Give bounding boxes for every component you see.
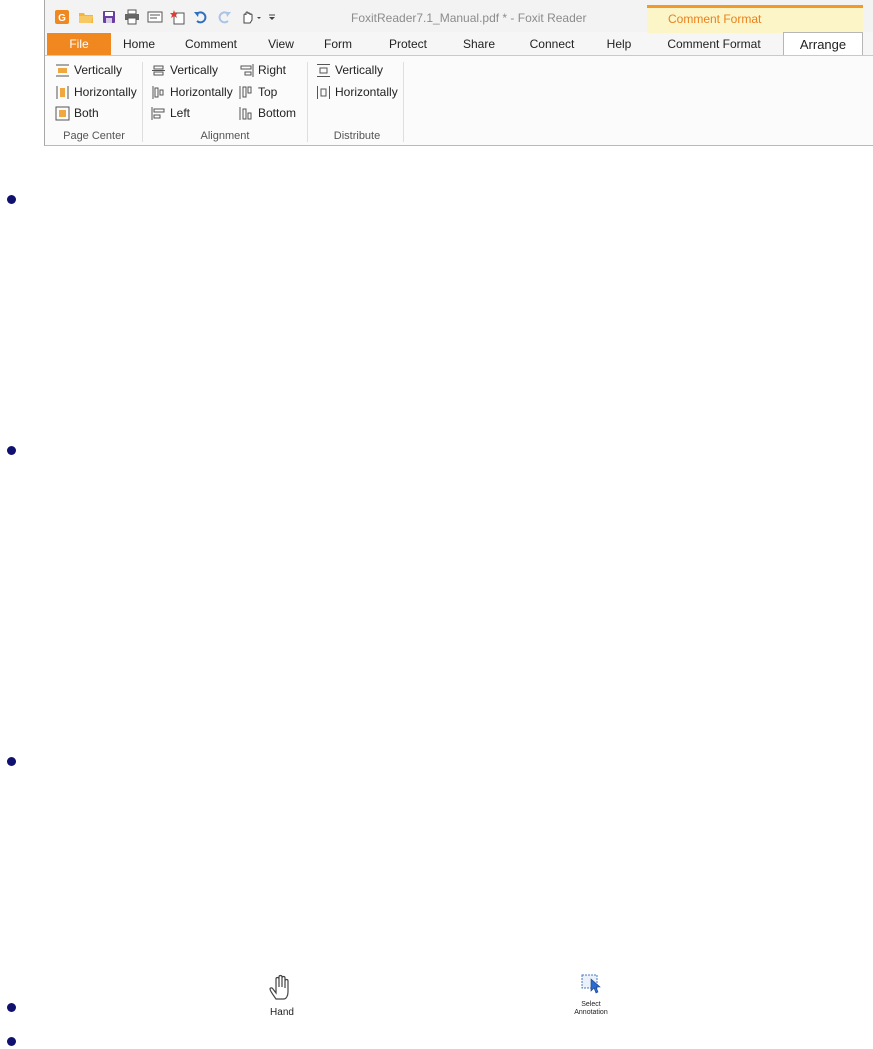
distribute-vertically-button[interactable]: Vertically: [316, 61, 383, 79]
align-bottom-button[interactable]: Bottom: [239, 104, 296, 122]
align-vertically-button[interactable]: Vertically: [151, 61, 218, 79]
page-center-both-label: Both: [74, 106, 99, 120]
group-separator: [403, 62, 404, 142]
tab-file[interactable]: File: [47, 33, 111, 55]
tab-view[interactable]: View: [261, 33, 301, 55]
tab-arrange[interactable]: Arrange: [783, 32, 863, 56]
ribbon-panel: Vertically Horizontally Both Page Center…: [45, 55, 873, 145]
app-window: G Comment Format FoxitReader7.1_Manual.p…: [44, 0, 873, 146]
group-separator: [142, 62, 143, 142]
page-center-vertically-label: Vertically: [74, 63, 123, 77]
distribute-horizontally-icon: [317, 85, 330, 99]
properties-icon[interactable]: [147, 7, 163, 27]
align-horizontally-label: Horizontally: [170, 85, 233, 99]
page-center-horizontally-button[interactable]: Horizontally: [55, 83, 137, 101]
group-separator: [307, 62, 308, 142]
select-annotation-icon: [581, 974, 601, 994]
select-annotation-label-line1: Select: [581, 1001, 601, 1008]
tab-help[interactable]: Help: [601, 33, 637, 55]
page-center-vertically-button[interactable]: Vertically: [55, 61, 122, 79]
save-icon[interactable]: [101, 7, 117, 27]
align-right-label: Right: [258, 63, 287, 77]
align-left-icon: [151, 106, 165, 120]
center-horizontally-icon: [56, 85, 69, 99]
align-horizontally-icon: [152, 85, 164, 99]
hand-tool: Hand: [262, 972, 302, 1018]
align-top-icon: [239, 85, 252, 99]
tab-form[interactable]: Form: [317, 33, 359, 55]
distribute-group-label: Distribute: [333, 130, 381, 142]
bullet-point: [7, 195, 16, 204]
customize-icon[interactable]: [267, 7, 277, 27]
foxit-logo-icon[interactable]: G: [54, 7, 70, 27]
select-annotation-tool: Select Annotation: [566, 972, 616, 1017]
undo-icon[interactable]: [193, 7, 209, 27]
print-icon[interactable]: [124, 7, 140, 27]
distribute-horizontally-button[interactable]: Horizontally: [316, 83, 398, 101]
distribute-vertically-label: Vertically: [335, 63, 384, 77]
tab-connect[interactable]: Connect: [523, 33, 581, 55]
tab-home[interactable]: Home: [117, 33, 161, 55]
tab-protect[interactable]: Protect: [381, 33, 435, 55]
alignment-group-label: Alignment: [200, 130, 250, 142]
align-right-button[interactable]: Right: [239, 61, 286, 79]
redo-icon[interactable]: [216, 7, 232, 27]
window-title: FoxitReader7.1_Manual.pdf * - Foxit Read…: [351, 11, 587, 25]
page-center-both-button[interactable]: Both: [55, 104, 99, 122]
align-horizontally-button[interactable]: Horizontally: [151, 83, 233, 101]
bullet-point: [7, 757, 16, 766]
open-folder-icon[interactable]: [78, 7, 94, 27]
tab-share[interactable]: Share: [455, 33, 503, 55]
bullet-point: [7, 1037, 16, 1046]
center-both-icon: [55, 106, 70, 120]
align-vertically-icon: [152, 65, 165, 75]
distribute-horizontally-label: Horizontally: [335, 85, 398, 99]
contextual-group-label: Comment Format: [668, 12, 762, 26]
select-annotation-label-line2: Annotation: [574, 1009, 608, 1016]
svg-text:G: G: [58, 13, 66, 24]
hand-tool-icon[interactable]: [240, 7, 264, 27]
align-top-button[interactable]: Top: [239, 83, 277, 101]
tab-comment[interactable]: Comment: [177, 33, 245, 55]
hand-icon: [269, 974, 289, 1000]
title-bar: G Comment Format FoxitReader7.1_Manual.p…: [45, 0, 873, 33]
new-icon[interactable]: [170, 7, 186, 27]
align-left-label: Left: [170, 106, 191, 120]
align-bottom-icon: [239, 106, 252, 120]
tab-comment-format[interactable]: Comment Format: [659, 33, 769, 55]
distribute-vertically-icon: [317, 63, 330, 77]
hand-tool-label: Hand: [270, 1007, 294, 1018]
align-bottom-label: Bottom: [258, 106, 297, 120]
align-top-label: Top: [258, 85, 278, 99]
align-vertically-label: Vertically: [170, 63, 219, 77]
ribbon-tabs: File Home Comment View Form Protect Shar…: [45, 32, 873, 56]
page-center-horizontally-label: Horizontally: [74, 85, 137, 99]
align-right-icon: [240, 63, 254, 77]
center-vertically-icon: [56, 64, 69, 76]
bullet-point: [7, 446, 16, 455]
page-center-group-label: Page Center: [63, 130, 125, 142]
bullet-point: [7, 1003, 16, 1012]
align-left-button[interactable]: Left: [151, 104, 190, 122]
